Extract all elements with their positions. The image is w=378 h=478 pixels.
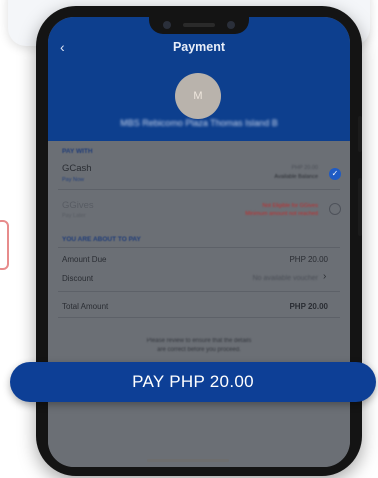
option-balance: PHP 20.00: [291, 165, 318, 171]
option-name: GGives: [62, 200, 94, 211]
amount-due-label: Amount Due: [62, 255, 107, 264]
option-balance-label: Available Balance: [274, 174, 318, 180]
camera-icon: [163, 21, 171, 29]
phone-side-button: [358, 116, 362, 152]
divider: [58, 317, 340, 318]
check-circle-icon[interactable]: ✓: [329, 168, 341, 180]
phone-notch: [149, 17, 249, 34]
option-subtitle: Pay Now: [62, 177, 85, 183]
payment-header: ‹ Payment M MBS Rebicomo Plaza Thomas Is…: [48, 17, 350, 141]
total-amount-label: Total Amount: [62, 302, 109, 311]
divider: [58, 189, 340, 190]
phone-side-button: [358, 178, 362, 236]
review-note-line: Please review to ensure that the details: [146, 338, 252, 344]
radio-button[interactable]: [329, 203, 341, 215]
review-note-line: are correct before you proceed.: [157, 347, 241, 353]
divider: [58, 247, 340, 248]
background-accent: [0, 220, 9, 270]
discount-value: No available voucher: [252, 275, 318, 282]
speaker-grille: [183, 23, 215, 27]
chevron-right-icon: ›: [323, 271, 327, 282]
option-subtitle: Pay Later: [62, 213, 86, 219]
home-indicator: [147, 459, 229, 462]
merchant-name: MBS Rebicomo Plaza Thomas Island B: [120, 118, 278, 128]
discount-label: Discount: [62, 274, 94, 283]
divider: [58, 291, 340, 292]
option-name: GCash: [62, 163, 92, 174]
camera-icon: [227, 21, 235, 29]
page-title: Payment: [172, 40, 226, 54]
pay-with-label: PAY WITH: [62, 148, 93, 155]
option-eligibility-note: Minimum amount not reached: [245, 211, 318, 217]
payment-body: PAY WITH GCash Pay Now PHP 20.00 Availab…: [48, 141, 350, 467]
total-amount-value: PHP 20.00: [289, 302, 328, 311]
about-to-pay-label: YOU ARE ABOUT TO PAY: [62, 236, 141, 243]
amount-due-value: PHP 20.00: [289, 255, 328, 264]
option-eligibility: Not Eligible for GGives: [262, 203, 318, 209]
pay-button[interactable]: PAY PHP 20.00: [10, 362, 376, 402]
